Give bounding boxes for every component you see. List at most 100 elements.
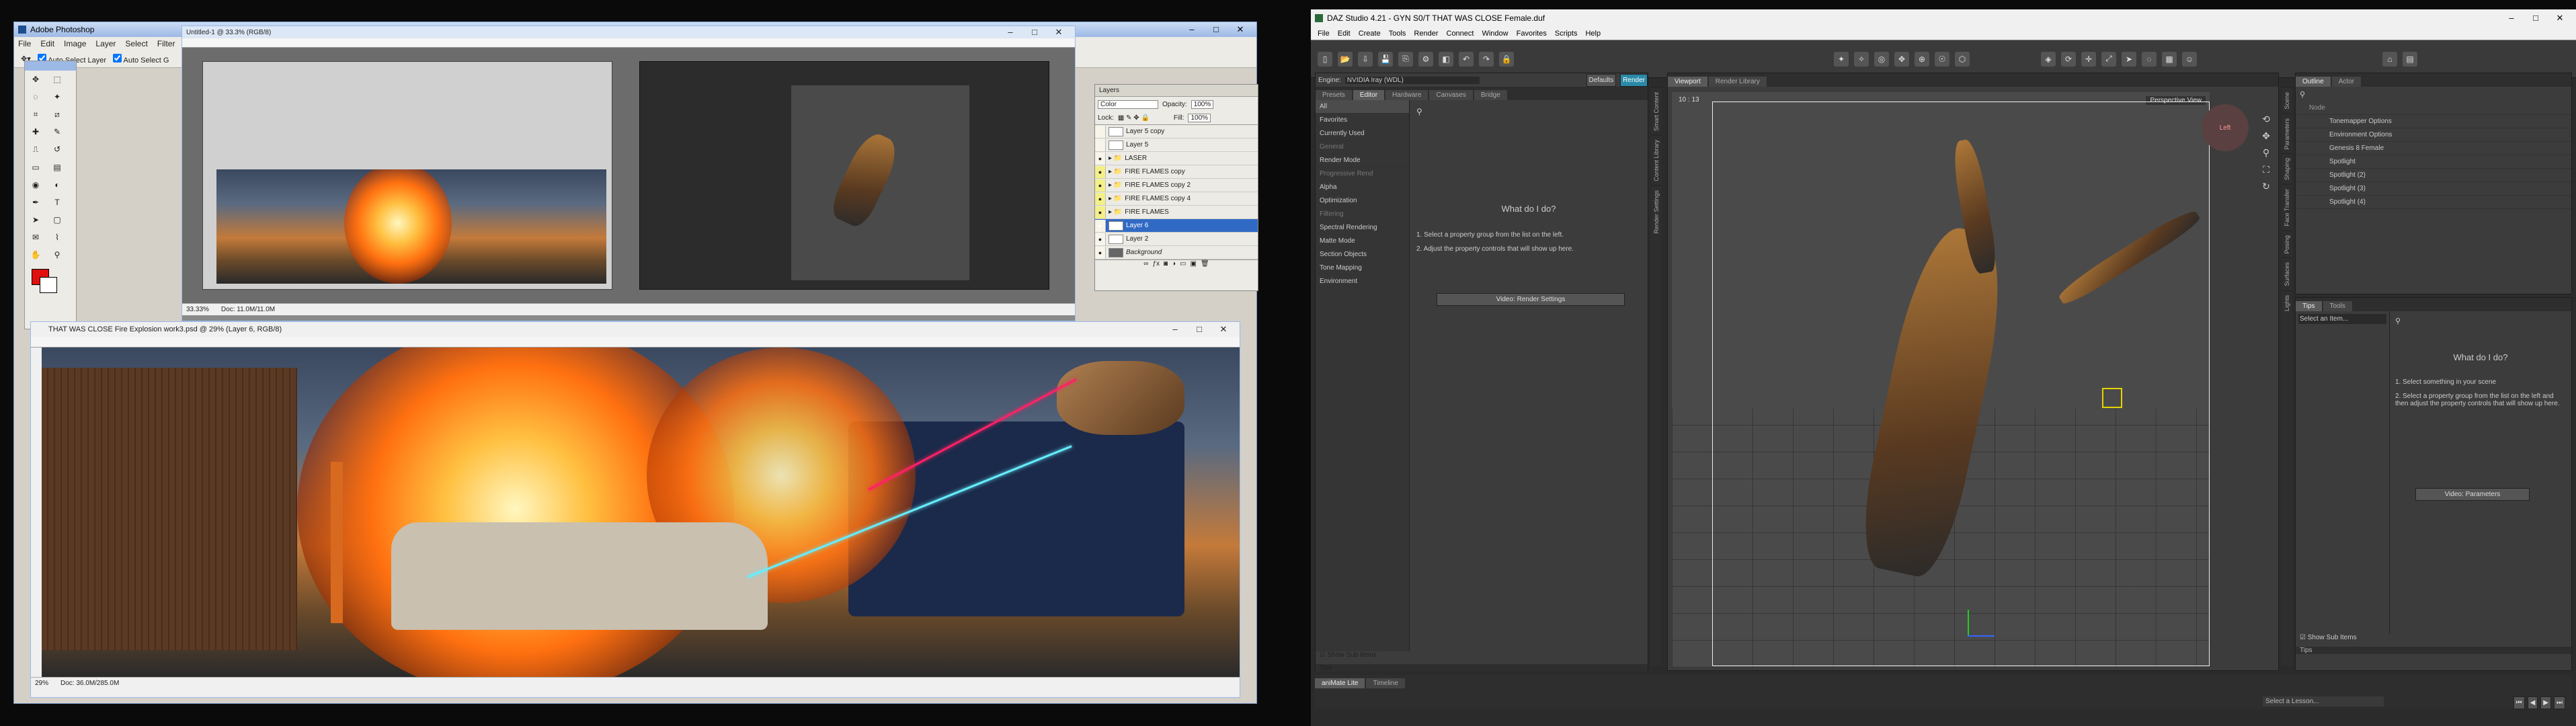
node-weight-icon[interactable]: ✧: [1854, 51, 1869, 67]
daz-menu-window[interactable]: Window: [1482, 30, 1508, 38]
move-icon[interactable]: ✥: [27, 73, 44, 86]
fx-icon[interactable]: ƒx: [1152, 260, 1160, 270]
maximize-icon[interactable]: □: [2524, 13, 2548, 24]
side-tab[interactable]: Render Settings: [1651, 185, 1662, 238]
geometry-icon[interactable]: ⬡: [1955, 51, 1970, 67]
side-tab[interactable]: Shaping: [2282, 153, 2292, 185]
prop-filtering[interactable]: Filtering: [1316, 208, 1409, 221]
tab-timeline[interactable]: Timeline: [1366, 678, 1405, 688]
tab-tips[interactable]: Tips: [2296, 301, 2322, 311]
new-group-icon[interactable]: ▭: [1180, 260, 1186, 270]
auto-select-group-checkbox[interactable]: Auto Select G: [113, 53, 169, 65]
lesson-first-icon[interactable]: ⏮: [2513, 696, 2525, 709]
render-settings-icon[interactable]: ⚙: [1418, 51, 1433, 67]
opacity-input[interactable]: 100%: [1191, 99, 1214, 109]
side-tab[interactable]: Posing: [2282, 230, 2292, 258]
menu-select[interactable]: Select: [125, 39, 147, 48]
daz-menu-favorites[interactable]: Favorites: [1517, 30, 1547, 38]
fill-input[interactable]: 100%: [1188, 114, 1211, 122]
eraser-icon[interactable]: ▭: [27, 161, 44, 174]
type-icon[interactable]: T: [48, 196, 66, 209]
prop-tone-mapping[interactable]: Tone Mapping: [1316, 261, 1409, 275]
tab-outline[interactable]: Outline: [2296, 77, 2331, 87]
tab-actor[interactable]: Actor: [2331, 77, 2362, 87]
viewport-3d[interactable]: 10 : 13 Perspective View: [1672, 92, 2210, 668]
tab-editor[interactable]: Editor: [1353, 90, 1385, 100]
tab-render-library[interactable]: Render Library: [1708, 77, 1767, 87]
notes-icon[interactable]: ✉: [27, 231, 44, 244]
scene-item[interactable]: Spotlight (2): [2296, 169, 2571, 182]
tab-tools[interactable]: Tools: [2323, 301, 2352, 311]
eye-icon[interactable]: ●: [1095, 179, 1106, 192]
slice-icon[interactable]: ⧄: [48, 108, 66, 121]
view-cube[interactable]: Left: [2202, 104, 2249, 151]
wand-icon[interactable]: ✦: [48, 90, 66, 104]
blend-mode-select[interactable]: Color: [1098, 99, 1158, 109]
pose-icon[interactable]: ☉: [1935, 51, 1949, 67]
tab-animate-lite[interactable]: aniMate Lite: [1315, 678, 1365, 688]
zoom-icon[interactable]: ⚲: [48, 248, 66, 261]
side-tab[interactable]: Smart Content: [1651, 87, 1662, 136]
menu-image[interactable]: Image: [64, 39, 86, 48]
menu-edit[interactable]: Edit: [40, 39, 54, 48]
path-select-icon[interactable]: ➤: [27, 213, 44, 227]
eye-icon[interactable]: ●: [1095, 233, 1106, 245]
eye-icon[interactable]: ●: [1095, 246, 1106, 259]
minimize-icon[interactable]: –: [1180, 24, 1204, 35]
layer-row[interactable]: Layer 5 copy: [1095, 125, 1258, 138]
eye-icon[interactable]: [1095, 138, 1106, 151]
lesson-prev-icon[interactable]: ◀: [2527, 696, 2538, 709]
scene-search[interactable]: ⚲: [2296, 87, 2571, 102]
scene-item[interactable]: Spotlight: [2296, 155, 2571, 169]
home-icon[interactable]: ⌂: [2382, 51, 2397, 67]
daz-menu-tools[interactable]: Tools: [1389, 30, 1406, 38]
layer-row-selected[interactable]: ● Layer 6: [1095, 219, 1258, 233]
prop-section[interactable]: Section Objects: [1316, 248, 1409, 261]
adjustment-icon[interactable]: ◑: [1172, 260, 1176, 270]
merge-icon[interactable]: ⇩: [1358, 51, 1373, 67]
layer-group-row[interactable]: ● ▸ 📁 FIRE FLAMES: [1095, 206, 1258, 219]
minimize-icon[interactable]: –: [2499, 13, 2524, 24]
blur-icon[interactable]: ◉: [27, 178, 44, 192]
tab-bridge[interactable]: Bridge: [1474, 90, 1507, 100]
region-navigator-icon[interactable]: ▦: [2162, 51, 2177, 67]
trash-icon[interactable]: 🗑: [1201, 260, 1209, 270]
video-render-settings-button[interactable]: Video: Render Settings: [1437, 293, 1625, 306]
tips-tab[interactable]: Tips: [1316, 664, 1648, 672]
menu-layer[interactable]: Layer: [95, 39, 116, 48]
tab-viewport[interactable]: Viewport: [1668, 77, 1707, 87]
side-tab[interactable]: Content Library: [1651, 135, 1662, 186]
video-parameters-button[interactable]: Video: Parameters: [2415, 488, 2530, 501]
eye-icon[interactable]: ●: [1095, 219, 1106, 232]
open-icon[interactable]: 📂: [1338, 51, 1353, 67]
camera-tool-icon[interactable]: ◎: [1874, 51, 1889, 67]
dodge-icon[interactable]: ◐: [48, 178, 66, 192]
eye-icon[interactable]: ●: [1095, 206, 1106, 218]
search-icon[interactable]: ⚲: [1416, 107, 1641, 116]
scene-item[interactable]: Spotlight (4): [2296, 196, 2571, 209]
side-tab[interactable]: Lights: [2282, 290, 2292, 315]
roll-icon[interactable]: ↻: [2262, 181, 2270, 192]
layer-row[interactable]: ● Layer 2: [1095, 233, 1258, 246]
daz-menu-edit[interactable]: Edit: [1338, 30, 1351, 38]
orbit-icon[interactable]: ⟲: [2262, 114, 2270, 125]
save-as-icon[interactable]: ⎘: [1398, 51, 1413, 67]
prop-alpha[interactable]: Alpha: [1316, 181, 1409, 194]
new-layer-icon[interactable]: ▣: [1191, 260, 1197, 270]
layer-group-row[interactable]: ● ▸ 📁 LASER: [1095, 152, 1258, 165]
tips-tab-params[interactable]: Tips: [2296, 647, 2571, 654]
new-scene-icon[interactable]: ▯: [1318, 51, 1332, 67]
spot-render-icon[interactable]: ◈: [2041, 51, 2056, 67]
side-tab[interactable]: Parameters: [2282, 113, 2292, 154]
daz-menu-create[interactable]: Create: [1359, 30, 1381, 38]
group-all[interactable]: All: [1316, 100, 1409, 114]
menu-file[interactable]: File: [18, 39, 31, 48]
brush-icon[interactable]: ✎: [48, 125, 66, 138]
eye-icon[interactable]: ●: [1095, 192, 1106, 205]
daz-menu-render[interactable]: Render: [1414, 30, 1438, 38]
joint-editor-icon[interactable]: ✦: [1834, 51, 1849, 67]
tab-canvases[interactable]: Canvases: [1429, 90, 1473, 100]
layer-row[interactable]: Layer 5: [1095, 138, 1258, 152]
layer-group-row[interactable]: ● ▸ 📁 FIRE FLAMES copy 4: [1095, 192, 1258, 206]
prop-render-mode[interactable]: Render Mode: [1316, 154, 1409, 167]
